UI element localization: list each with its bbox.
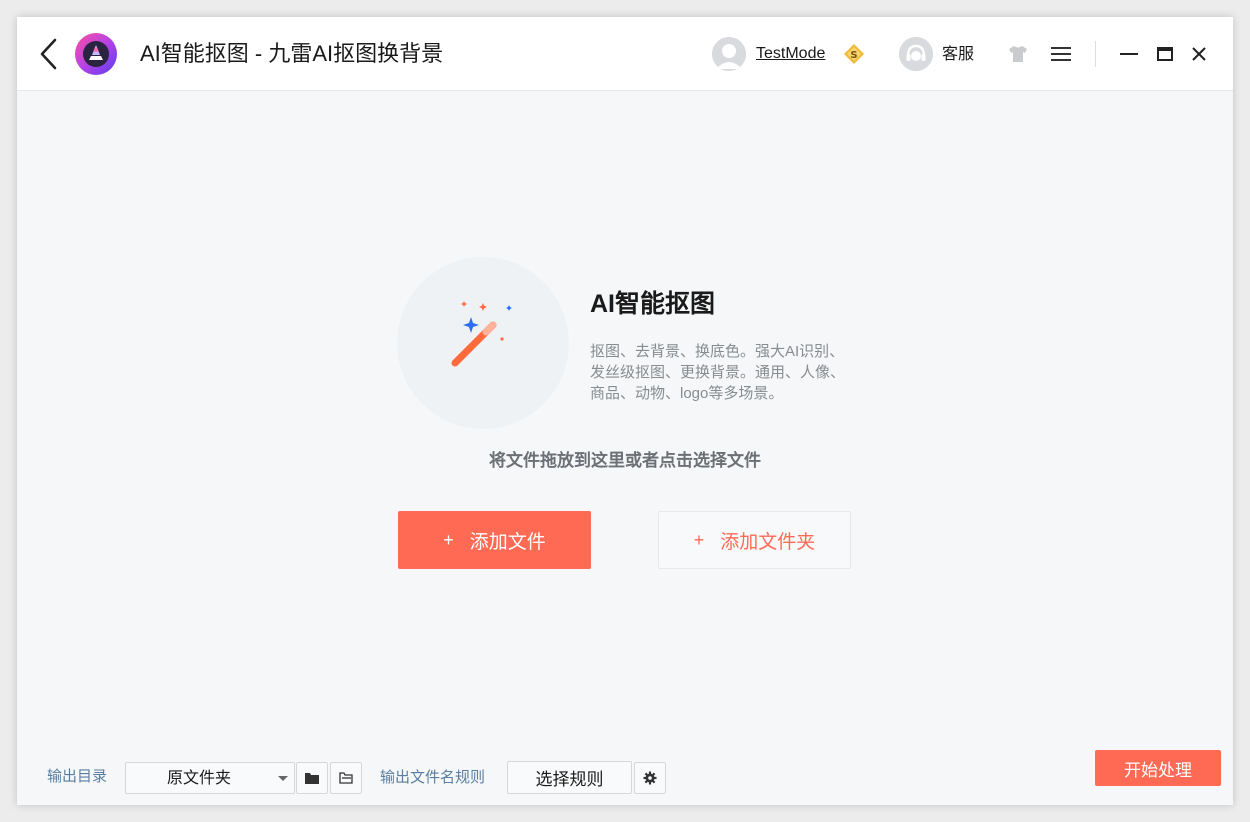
chevron-down-icon (278, 776, 288, 781)
output-dir-select[interactable]: 原文件夹 (125, 762, 295, 794)
maximize-icon[interactable] (1156, 45, 1174, 63)
output-dir-label: 输出目录 (47, 768, 108, 785)
tshirt-icon[interactable] (1007, 45, 1029, 63)
add-folder-label: 添加文件夹 (720, 531, 816, 553)
vip-coin-icon[interactable]: S (843, 43, 865, 65)
name-rule-label: 输出文件名规则 (380, 769, 486, 786)
open-folder-button[interactable] (330, 762, 362, 794)
drop-hint: 将文件拖放到这里或者点击选择文件 (489, 451, 761, 470)
hamburger-menu-icon[interactable] (1051, 45, 1071, 63)
headset-icon (899, 37, 933, 71)
choose-folder-button[interactable] (296, 762, 328, 794)
select-rule-button[interactable]: 选择规则 (507, 761, 632, 794)
close-icon[interactable] (1190, 45, 1208, 63)
feature-description: 抠图、去背景、换底色。强大AI识别、发丝级抠图、更换背景。通用、人像、商品、动物… (590, 343, 846, 402)
app-logo-icon (75, 33, 117, 75)
user-avatar-icon (712, 37, 746, 71)
titlebar-divider (1095, 41, 1096, 67)
title-bar: AI智能抠图 - 九雷AI抠图换背景 TestMode S 客服 (17, 17, 1233, 91)
user-name-link[interactable]: TestMode (756, 44, 825, 64)
plus-icon: + (693, 529, 705, 550)
output-dir-value: 原文件夹 (166, 770, 231, 787)
magic-wand-icon (451, 301, 512, 367)
add-file-button[interactable]: + 添加文件 (398, 511, 591, 569)
start-processing-button[interactable]: 开始处理 (1095, 750, 1221, 786)
app-window: AI智能抠图 - 九雷AI抠图换背景 TestMode S 客服 AI智能抠图 … (17, 17, 1233, 805)
support-avatar[interactable] (899, 37, 933, 71)
gear-icon (643, 771, 657, 785)
add-file-label: 添加文件 (469, 531, 546, 553)
add-folder-button[interactable]: + 添加文件夹 (658, 511, 851, 569)
page-title: AI智能抠图 - 九雷AI抠图换背景 (140, 41, 444, 66)
folder-icon (305, 773, 319, 784)
support-label[interactable]: 客服 (942, 45, 974, 65)
chevron-left-icon[interactable] (37, 37, 61, 71)
minimize-icon[interactable] (1119, 45, 1139, 63)
rule-settings-button[interactable] (634, 762, 666, 794)
user-avatar[interactable] (712, 37, 746, 71)
feature-title: AI智能抠图 (590, 290, 716, 318)
svg-text:S: S (850, 50, 857, 61)
plus-icon: + (443, 529, 454, 550)
folder-open-icon (339, 772, 353, 784)
